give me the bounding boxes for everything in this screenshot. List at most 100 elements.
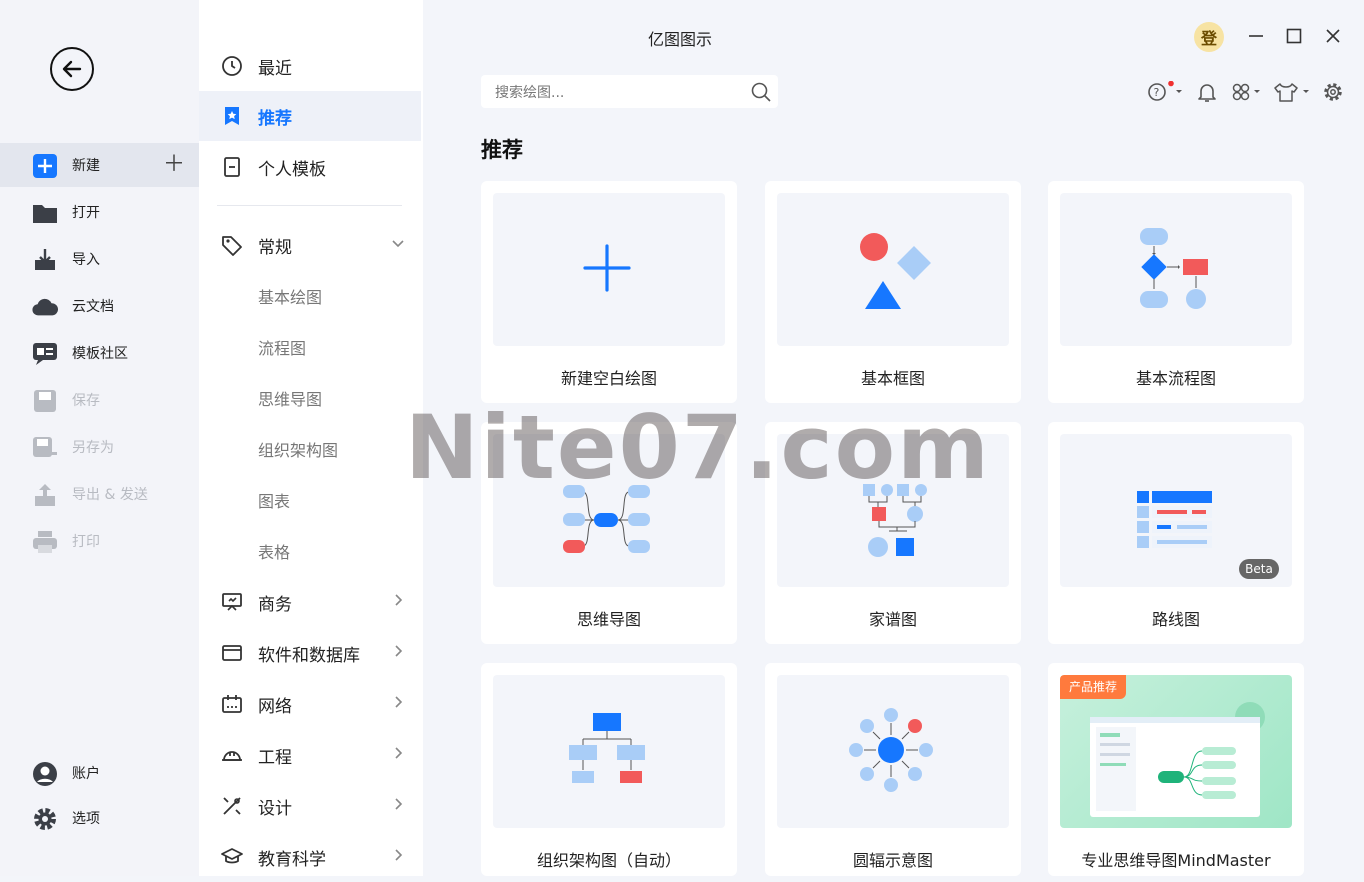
rail-item-options[interactable]: 选项 [0,796,199,840]
rail-item-label: 选项 [72,811,100,827]
card-thumbnail [777,675,1009,828]
card-label: 基本流程图 [1135,369,1216,388]
rail-item-import[interactable]: 导入 [0,237,199,281]
card-label: 组织架构图（自动） [536,851,681,870]
rail-item-open[interactable]: 打开 [0,190,199,234]
mindmap-illustration [563,485,650,553]
category-general[interactable]: 常规 [199,220,421,270]
helmet-icon [222,751,242,761]
template-card-basic-flowchart[interactable]: 基本流程图 [1048,181,1304,403]
chevron-right-icon [395,594,403,606]
subcategory-flowchart[interactable]: 流程图 [199,324,421,370]
settings-icon[interactable] [1322,81,1344,103]
card-thumbnail: 产品推荐 [1060,675,1292,828]
category-recommended[interactable]: 推荐 [199,91,421,141]
theme-shirt-icon[interactable] [1274,81,1314,103]
category-business[interactable]: 商务 [199,577,421,627]
network-icon [222,695,242,713]
subcategory-label: 表格 [258,543,291,562]
card-thumbnail [777,434,1009,587]
bookmark-star-icon [225,107,239,125]
rail-item-label: 导出 & 发送 [72,487,148,503]
chevron-right-icon [395,645,403,657]
user-icon [32,761,58,787]
rail-item-label: 另存为 [72,440,114,456]
tag-icon [222,236,242,256]
close-icon[interactable] [1323,26,1343,46]
template-card-blank[interactable]: 新建空白绘图 [481,181,737,403]
category-label: 工程 [258,747,292,768]
subcategory-basic-drawing[interactable]: 基本绘图 [199,273,421,319]
window-title: 亿图图示 [648,30,713,49]
design-tools-icon [223,797,241,815]
help-icon[interactable]: ? [1147,81,1187,103]
card-label: 基本框图 [860,369,925,388]
add-icon[interactable]: ＋ [163,154,185,176]
category-panel: 最近 推荐 个人模板 常规 基本绘图 流程图 思维导图 组织架构图 图表 表格 … [199,0,620,876]
basic-shapes-illustration [860,233,931,309]
rail-item-save-as[interactable]: 另存为 [0,425,199,469]
rail-item-template-community[interactable]: 模板社区 [0,331,199,375]
back-button[interactable] [50,47,94,91]
card-thumbnail [1060,193,1292,346]
search-box [481,75,778,108]
beta-badge: Beta [1239,559,1279,579]
template-card-org-chart-auto[interactable]: 组织架构图（自动） [481,663,737,876]
subcategory-mindmap[interactable]: 思维导图 [199,375,421,421]
section-title: 推荐 [481,138,523,162]
template-card-radial[interactable]: 圆辐示意图 [765,663,1021,876]
category-personal-templates[interactable]: 个人模板 [199,142,421,192]
rail-item-label: 导入 [72,252,100,268]
search-icon[interactable] [750,81,772,103]
subcategory-label: 组织架构图 [258,441,339,460]
rail-item-new[interactable]: 新建 ＋ [0,143,199,187]
rail-item-label: 打开 [72,205,100,221]
app-window: 新建 ＋ 打开 导入 云文档 模板社区 保存 另存为 导出 & 发送 打印 账户… [0,0,1364,876]
rail-item-save[interactable]: 保存 [0,378,199,422]
template-card-basic-block[interactable]: 基本框图 [765,181,1021,403]
template-card-mindmap[interactable]: 思维导图 [481,422,737,644]
template-card-roadmap[interactable]: 路线图 [1048,422,1304,644]
subcategory-org-chart[interactable]: 组织架构图 [199,426,421,472]
radial-diagram-illustration [849,708,933,792]
bell-icon[interactable] [1196,81,1218,103]
chevron-right-icon [395,798,403,810]
avatar[interactable]: 登 [1194,22,1224,52]
category-recent[interactable]: 最近 [199,41,421,91]
search-input[interactable] [493,81,742,105]
save-icon [32,388,58,414]
card-thumbnail [493,434,725,587]
plus-icon [583,244,631,292]
category-design[interactable]: 设计 [199,781,421,831]
import-icon [32,247,58,273]
folder-icon [32,200,58,226]
subcategory-label: 基本绘图 [258,288,323,307]
category-label: 软件和数据库 [258,645,360,666]
presentation-icon [222,593,242,611]
rail-item-export[interactable]: 导出 & 发送 [0,472,199,516]
category-education-science[interactable]: 教育科学 [199,832,421,882]
flowchart-illustration [1140,228,1208,309]
subcategory-table[interactable]: 表格 [199,528,421,574]
rail-item-cloud[interactable]: 云文档 [0,284,199,328]
minimize-icon[interactable] [1246,26,1266,46]
template-card-mindmaster[interactable]: 产品推荐 专业思维导图MindMaster [1048,663,1304,876]
document-icon [224,157,240,177]
category-engineering[interactable]: 工程 [199,730,421,780]
category-network[interactable]: 网络 [199,679,421,729]
subcategory-label: 流程图 [258,339,307,358]
category-label: 个人模板 [258,159,326,180]
subcategory-chart[interactable]: 图表 [199,477,421,523]
template-card-family-tree[interactable]: 家谱图 [765,422,1021,644]
category-label: 网络 [258,696,292,717]
category-label: 设计 [258,798,292,819]
card-thumbnail [493,193,725,346]
maximize-icon[interactable] [1284,26,1304,46]
svg-text:?: ? [1154,86,1160,99]
apps-icon[interactable] [1231,81,1267,103]
rail-item-account[interactable]: 账户 [0,751,199,795]
category-label: 最近 [258,58,292,79]
rail-item-print[interactable]: 打印 [0,519,199,563]
category-software-database[interactable]: 软件和数据库 [199,628,421,678]
category-label: 教育科学 [258,849,326,870]
